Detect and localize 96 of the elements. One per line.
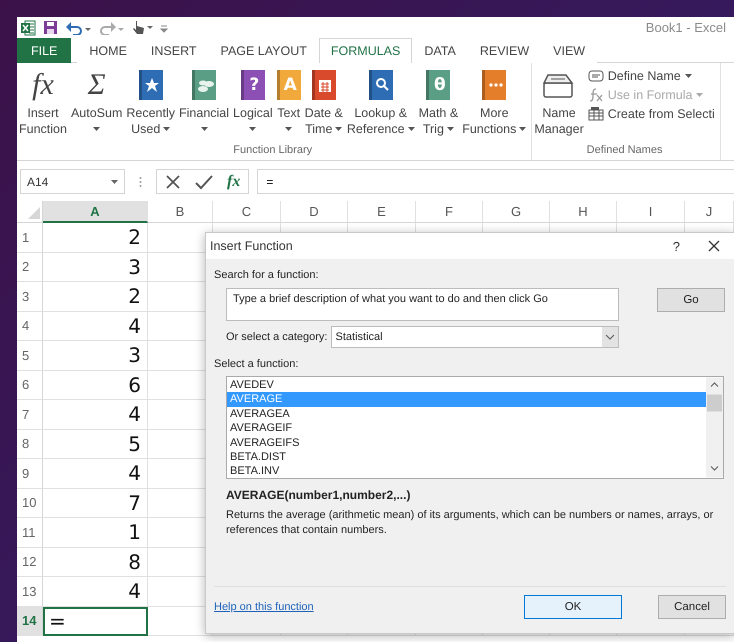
function-item[interactable]: AVERAGEIFS (227, 436, 706, 450)
scrollbar[interactable] (706, 377, 723, 478)
row-header[interactable]: 10 (17, 488, 43, 518)
table-cell: 4 (43, 400, 148, 430)
row-header[interactable]: 3 (17, 282, 43, 312)
table-cell: 5 (43, 430, 148, 459)
ribbon-button[interactable]: θ Math & Trig (416, 67, 460, 137)
column-header[interactable]: A (43, 201, 148, 223)
ribbon-button[interactable]: Lookup & Reference (344, 67, 417, 137)
row-header[interactable]: 11 (17, 518, 43, 548)
function-item[interactable]: BETA.DIST (227, 450, 706, 464)
ribbon-button[interactable]: More Functions (460, 67, 528, 137)
function-item[interactable]: AVEDEV (227, 378, 706, 392)
row-header[interactable]: 2 (17, 252, 43, 282)
column-header[interactable]: E (348, 201, 416, 223)
table-cell: 3 (43, 341, 148, 370)
column-header[interactable]: J (685, 201, 734, 223)
grip-icon (139, 176, 142, 188)
ribbon-button[interactable]: Financial (177, 67, 232, 137)
book-icon: ? (240, 70, 265, 100)
tag-icon (588, 70, 604, 82)
dialog-button[interactable]: Cancel (658, 595, 726, 619)
row-header[interactable]: 7 (17, 400, 43, 430)
row-header[interactable]: 9 (17, 459, 43, 488)
table-cell: 3 (43, 252, 148, 282)
book-icon: θ (426, 70, 450, 100)
function-item[interactable]: AVERAGEA (227, 406, 706, 422)
table-cell: 2 (43, 223, 148, 252)
table-cell: 4 (43, 312, 148, 341)
column-header[interactable]: H (550, 201, 617, 223)
ribbon-button[interactable]: A Text (274, 67, 303, 137)
search-field[interactable]: Type a brief description of what you want to do and then click Go (226, 288, 619, 321)
help-button[interactable]: ? (672, 238, 680, 254)
ribbon-button[interactable]: Create from Selecti (586, 106, 717, 122)
row-header[interactable]: 8 (17, 430, 43, 459)
table-cell: 6 (43, 370, 148, 400)
category-label: Or select a category: (226, 331, 328, 343)
category-dropdown[interactable]: Statistical (330, 326, 618, 348)
ribbon-button[interactable]: Name Manager (532, 67, 586, 137)
ribbon-button[interactable]: fx Insert Function (17, 67, 69, 137)
row-header[interactable]: 12 (17, 548, 43, 577)
close-icon[interactable] (708, 240, 720, 252)
function-glyph-icon: fx (32, 67, 54, 105)
column-header[interactable]: G (483, 201, 550, 223)
column-header[interactable]: F (416, 201, 483, 223)
table-cell: = (43, 606, 148, 636)
ribbon-button[interactable]: Date & Time (302, 67, 345, 137)
table-cell: 2 (43, 282, 148, 312)
ribbon-button[interactable]: Recently Used (124, 67, 178, 137)
ribbon-tab[interactable]: FORMULAS (318, 38, 412, 63)
group-label: Function Library (233, 144, 312, 158)
column-header[interactable]: B (148, 201, 213, 223)
ribbon-button[interactable]: Σ AutoSum (68, 67, 124, 137)
dialog-title: Insert Function (210, 239, 294, 253)
table-icon (588, 107, 604, 121)
row-header[interactable]: 14 (17, 606, 43, 636)
chevron-down-icon (602, 327, 618, 347)
row-header[interactable]: 4 (17, 312, 43, 341)
column-header[interactable]: D (281, 201, 348, 223)
save-icon[interactable] (43, 20, 58, 35)
search-label: Search for a function: (214, 269, 319, 281)
customize-caret-icon[interactable] (160, 22, 168, 32)
dialog-button[interactable]: OK (524, 595, 622, 619)
cancel-icon[interactable] (165, 174, 181, 190)
function-description: Returns the average (arithmetic mean) of its arguments, which can be numbers or names, arrays, or references that contain numbers. (226, 508, 714, 538)
ribbon-tab[interactable]: FILE (17, 38, 72, 63)
book-icon: A (276, 70, 301, 100)
touch-icon[interactable] (131, 20, 153, 35)
help-link[interactable]: Help on this function (214, 601, 314, 613)
go-button[interactable]: Go (657, 288, 725, 312)
ribbon-button[interactable]: Define Name (586, 68, 717, 84)
column-header[interactable]: I (617, 201, 685, 223)
function-list-label: Select a function: (214, 358, 298, 370)
function-icon (588, 88, 604, 102)
row-header[interactable]: 1 (17, 223, 43, 252)
function-glyph-icon: Σ (88, 67, 106, 105)
formula-field[interactable]: = (257, 169, 734, 194)
table-cell: 8 (43, 548, 148, 577)
group-label: Defined Names (586, 144, 662, 158)
function-item[interactable]: BETA.INV (227, 464, 706, 479)
table-cell: 1 (43, 518, 148, 548)
row-header[interactable]: 6 (17, 370, 43, 400)
ribbon-button[interactable]: ? Logical (231, 67, 275, 137)
insert-function-button[interactable]: fx (227, 172, 240, 190)
undo-icon[interactable] (65, 20, 91, 34)
function-signature: AVERAGE(number1,number2,...) (226, 488, 412, 502)
table-cell: 7 (43, 488, 148, 518)
function-item[interactable]: AVERAGEIF (227, 421, 706, 436)
column-header[interactable]: C (213, 201, 281, 223)
name-box[interactable]: A14 (20, 169, 125, 194)
table-cell: 4 (43, 459, 148, 488)
enter-icon[interactable] (195, 174, 213, 190)
excel-logo-icon (20, 20, 36, 36)
table-cell: 4 (43, 577, 148, 606)
window-title: Book1 - Excel (646, 20, 726, 35)
row-header[interactable]: 5 (17, 341, 43, 370)
